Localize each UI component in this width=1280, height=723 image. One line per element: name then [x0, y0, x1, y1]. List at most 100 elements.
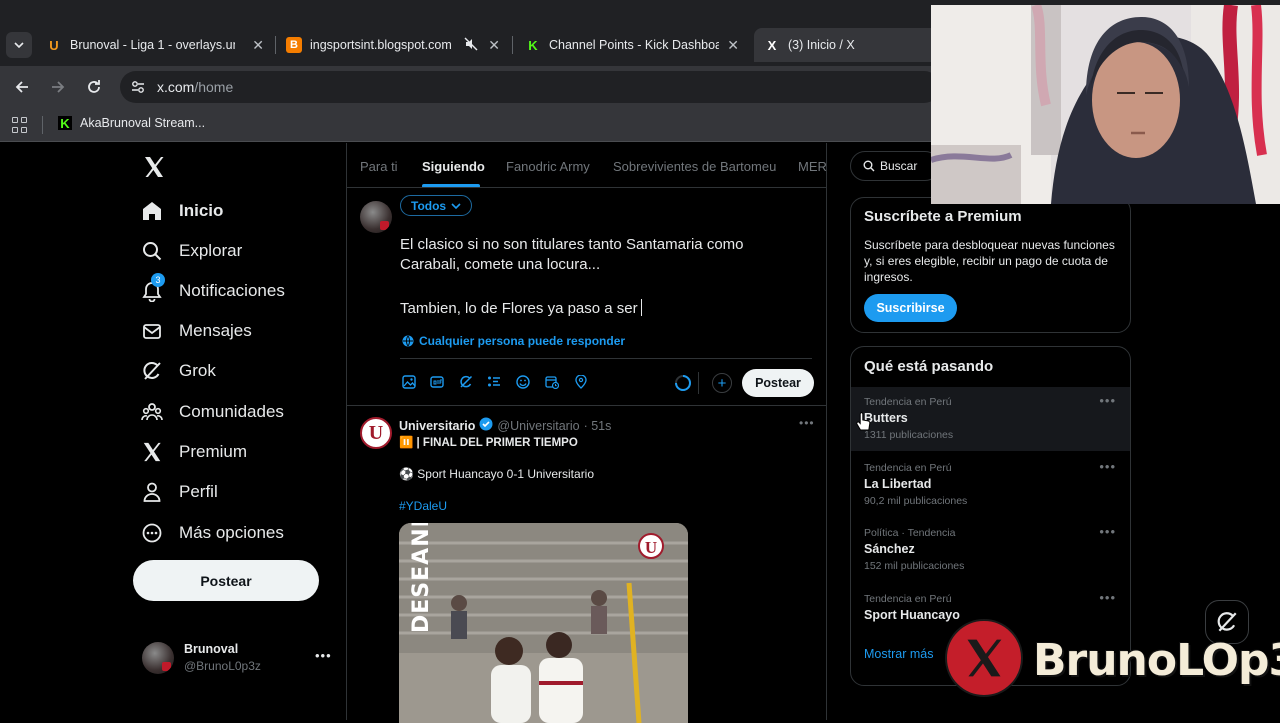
tweet-text-line: ⏸️ | FINAL DEL PRIMER TIEMPO [399, 437, 578, 449]
tab-meri[interactable]: MERI [798, 159, 827, 174]
tweet-time[interactable]: · 51s [584, 419, 612, 433]
nav-inicio[interactable]: Inicio [140, 196, 223, 226]
tab-fanodric-army[interactable]: Fanodric Army [506, 159, 590, 174]
compose-line: Carabali, comete una locura... [400, 256, 601, 273]
webcam-overlay [931, 5, 1280, 204]
close-icon[interactable]: ✕ [727, 37, 739, 54]
browser-tab-blogspot[interactable]: B ingsportsint.blogspot.com ✕ [286, 31, 500, 59]
add-thread-icon[interactable]: + [712, 373, 732, 393]
close-icon[interactable]: ✕ [488, 37, 500, 54]
premium-card: Suscríbete a Premium Suscríbete para des… [850, 197, 1131, 333]
compose-post-button[interactable]: Postear [742, 369, 814, 397]
nav-grok[interactable]: Grok [140, 356, 216, 386]
nav-explorar[interactable]: Explorar [140, 236, 242, 266]
browser-tab-kick[interactable]: K Channel Points - Kick Dashboard ✕ [525, 31, 739, 59]
nav-notificaciones[interactable]: 3 Notificaciones [140, 273, 285, 306]
tweet-header: Universitario @Universitario · 51s [399, 417, 611, 434]
tab-siguiendo[interactable]: Siguiendo [422, 159, 485, 174]
avatar [360, 201, 392, 233]
search-icon [140, 239, 164, 263]
nav-label: Explorar [179, 241, 243, 260]
verified-badge-icon [479, 417, 493, 434]
schedule-icon[interactable] [544, 374, 560, 390]
streamer-name: BrunoLOp3z [1033, 635, 1280, 686]
audience-selector[interactable]: Todos [400, 195, 473, 216]
tweet-hashtag[interactable]: #YDaleU [399, 499, 447, 513]
webcam-feed-icon [931, 5, 1280, 204]
trend-item[interactable]: Tendencia en Perú La Libertad 90,2 mil p… [851, 453, 1130, 517]
subscribe-button[interactable]: Suscribirse [864, 294, 957, 322]
tab-divider [512, 36, 513, 54]
media-icon[interactable] [401, 374, 417, 390]
bookmark-akabrunoval[interactable]: K AkaBrunoval Stream... [58, 116, 205, 131]
trend-context: Tendencia en Perú [864, 593, 952, 605]
trend-item[interactable]: Política · Tendencia Sánchez 152 mil pub… [851, 518, 1130, 582]
trend-more-icon[interactable]: ••• [1099, 393, 1116, 408]
text-cursor [640, 299, 642, 316]
globe-icon [402, 335, 414, 347]
show-more-link[interactable]: Mostrar más [864, 647, 933, 661]
grok-icon [140, 359, 164, 383]
tab-search-button[interactable] [6, 32, 32, 58]
reply-setting-button[interactable]: Cualquier persona puede responder [402, 334, 625, 348]
x-social-icon [945, 619, 1023, 697]
profile-handle: @BrunoL0p3z [184, 659, 261, 673]
x-logo-icon[interactable] [142, 155, 166, 179]
tweet[interactable]: U Universitario @Universitario · 51s •••… [347, 407, 827, 723]
trend-context: Política · Tendencia [864, 527, 956, 539]
account-switcher[interactable]: Brunoval @BrunoL0p3z ••• [142, 640, 332, 680]
search-input[interactable]: Buscar [850, 151, 940, 181]
mouse-cursor-icon [856, 411, 872, 433]
chevron-down-icon [451, 202, 461, 209]
browser-tab-overlays[interactable]: U Brunoval - Liga 1 - overlays.uno ✕ [46, 31, 264, 59]
tweet-author-name[interactable]: Universitario [399, 419, 475, 433]
tweet-image[interactable]: U DESEANDO [399, 523, 688, 723]
nav-mensajes[interactable]: Mensajes [140, 316, 252, 346]
more-dots-icon[interactable]: ••• [315, 648, 332, 663]
url-text: x.com/home [157, 79, 234, 95]
char-count-ring-icon [674, 374, 692, 397]
tab-sobrevivientes[interactable]: Sobrevivientes de Bartomeu [613, 159, 776, 174]
gif-icon[interactable] [429, 374, 445, 390]
emoji-icon[interactable] [515, 374, 531, 390]
address-bar[interactable]: x.com/home [120, 71, 940, 103]
back-icon[interactable] [11, 76, 33, 98]
nav-mas-opciones[interactable]: Más opciones [140, 518, 284, 548]
compose-textarea[interactable]: El clasico si no son titulares tanto San… [400, 235, 800, 319]
svg-text:U: U [645, 538, 657, 557]
trend-more-icon[interactable]: ••• [1099, 590, 1116, 605]
tweet-author-handle[interactable]: @Universitario [497, 419, 579, 433]
trend-item[interactable]: Tendencia en Perú Butters 1311 publicaci… [851, 387, 1130, 451]
trend-context: Tendencia en Perú [864, 396, 952, 408]
site-settings-icon[interactable] [130, 79, 146, 95]
nav-premium[interactable]: Premium [140, 437, 247, 467]
trend-more-icon[interactable]: ••• [1099, 459, 1116, 474]
location-icon[interactable] [573, 374, 589, 390]
premium-title: Suscríbete a Premium [864, 208, 1022, 225]
person-icon [140, 480, 164, 504]
muted-audio-icon[interactable] [464, 37, 478, 54]
nav-perfil[interactable]: Perfil [140, 477, 218, 507]
poll-icon[interactable] [486, 374, 502, 390]
tab-title: Brunoval - Liga 1 - overlays.uno [70, 38, 235, 52]
universitario-avatar[interactable]: U [360, 417, 392, 449]
compose-box: Todos El clasico si no son titulares tan… [347, 188, 827, 406]
forward-icon[interactable] [47, 76, 69, 98]
tab-para-ti[interactable]: Para ti [360, 159, 398, 174]
audience-label: Todos [411, 198, 447, 213]
tweet-more-icon[interactable]: ••• [799, 416, 815, 430]
blogger-favicon-icon: B [286, 37, 302, 53]
trend-more-icon[interactable]: ••• [1099, 524, 1116, 539]
home-icon [140, 199, 164, 223]
nav-comunidades[interactable]: Comunidades [140, 397, 284, 427]
reload-icon[interactable] [83, 76, 105, 98]
trend-name: La Libertad [864, 477, 932, 491]
apps-grid-icon[interactable] [12, 117, 28, 133]
kick-favicon-icon: K [528, 37, 538, 53]
post-button[interactable]: Postear [133, 560, 319, 601]
close-icon[interactable]: ✕ [252, 37, 264, 54]
grok-icon[interactable] [458, 374, 474, 390]
browser-tab-x-active[interactable]: X (3) Inicio / X [754, 28, 944, 62]
bookmark-divider [42, 116, 43, 134]
trend-name: Sánchez [864, 542, 915, 556]
